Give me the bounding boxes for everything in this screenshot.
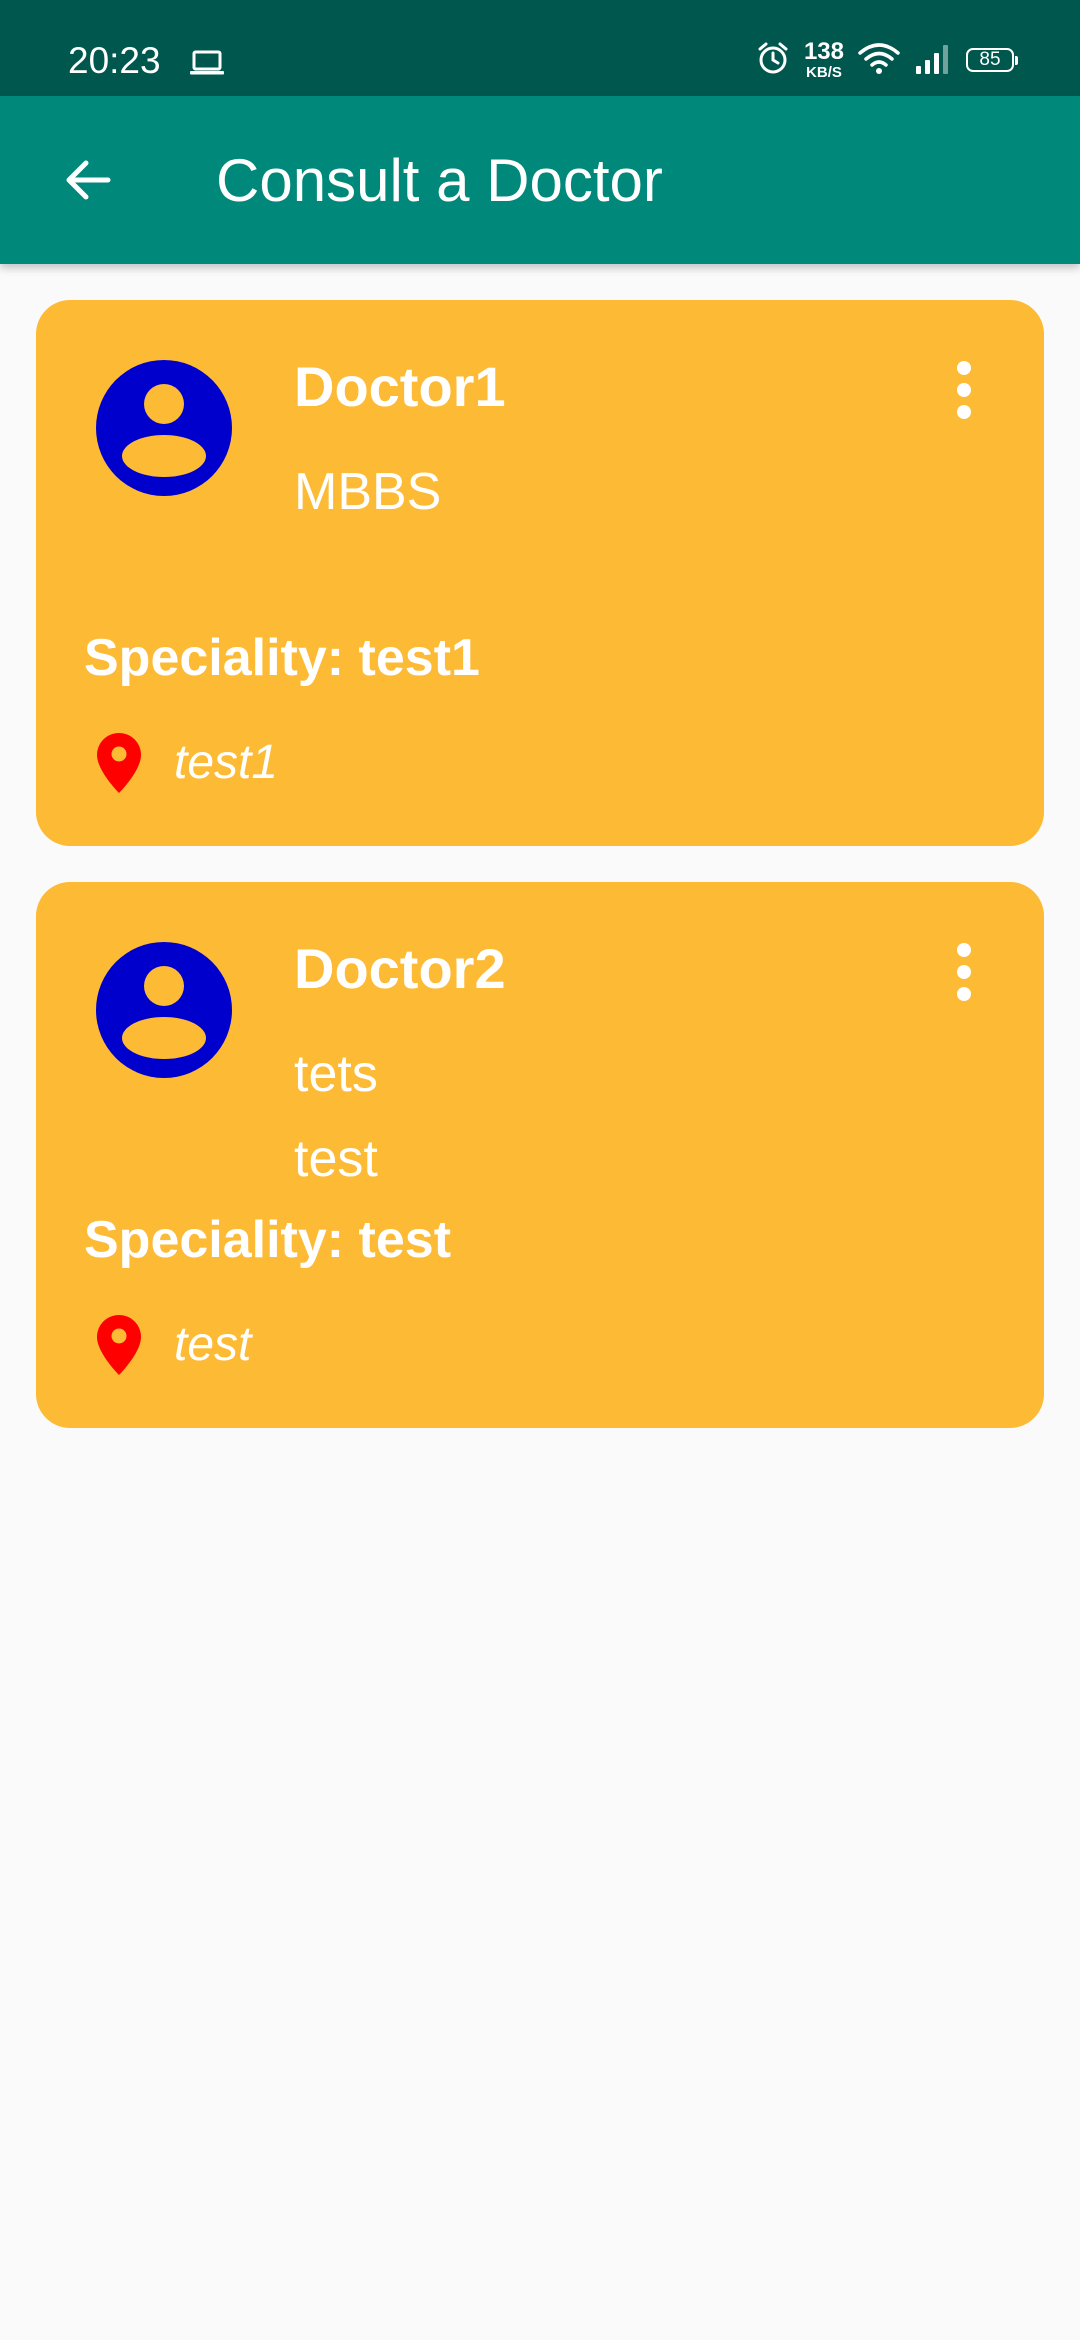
location-text: test1 — [174, 736, 279, 789]
page-title: Consult a Doctor — [216, 147, 663, 214]
doctor-speciality: Speciality: test — [84, 1211, 452, 1269]
doctor-card[interactable]: Doctor2 tets test Speciality: test test — [36, 882, 1044, 1428]
avatar-icon — [96, 360, 232, 496]
doctor-location: test — [96, 1312, 251, 1378]
signal-icon — [914, 42, 952, 79]
status-icons: 138 KB/S 85 — [742, 38, 1018, 81]
doctor-detail-line: test — [294, 1130, 378, 1188]
location-pin-icon — [97, 1315, 141, 1375]
location-pin-icon — [97, 733, 141, 793]
doctor-name: Doctor2 — [294, 937, 506, 1000]
doctor-speciality: Speciality: test1 — [84, 629, 480, 687]
doctor-card[interactable]: Doctor1 MBBS Speciality: test1 test1 — [36, 300, 1044, 846]
network-speed: 138 KB/S — [803, 38, 844, 81]
doctor-details: tets test — [294, 1032, 378, 1202]
alarm-icon — [756, 41, 790, 80]
battery-icon: 85 — [966, 48, 1018, 72]
avatar-icon — [96, 942, 232, 1078]
battery-level: 85 — [979, 49, 1001, 70]
status-time: 20:23 — [68, 40, 161, 81]
doctor-details: MBBS — [294, 450, 441, 535]
status-bar: 20:23 138 KB/S 85 — [0, 0, 1080, 96]
more-options-button[interactable] — [944, 358, 984, 422]
doctor-qualification: MBBS — [294, 463, 442, 521]
doctor-name: Doctor1 — [294, 355, 506, 418]
wifi-icon — [858, 41, 900, 80]
app-bar: Consult a Doctor — [0, 96, 1080, 264]
more-options-button[interactable] — [944, 940, 984, 1004]
doctor-list: Doctor1 MBBS Speciality: test1 test1 Doc… — [36, 300, 1044, 1464]
doctor-location: test1 — [96, 730, 278, 796]
arrow-back-icon — [66, 160, 111, 200]
back-button[interactable] — [44, 136, 132, 224]
more-vert-icon — [957, 943, 971, 1001]
network-speed-unit: KB/S — [806, 64, 842, 81]
laptop-icon — [190, 50, 224, 81]
more-vert-icon — [957, 361, 971, 419]
location-text: test — [174, 1318, 252, 1371]
network-speed-value: 138 — [803, 38, 844, 65]
doctor-qualification: tets — [294, 1045, 378, 1103]
